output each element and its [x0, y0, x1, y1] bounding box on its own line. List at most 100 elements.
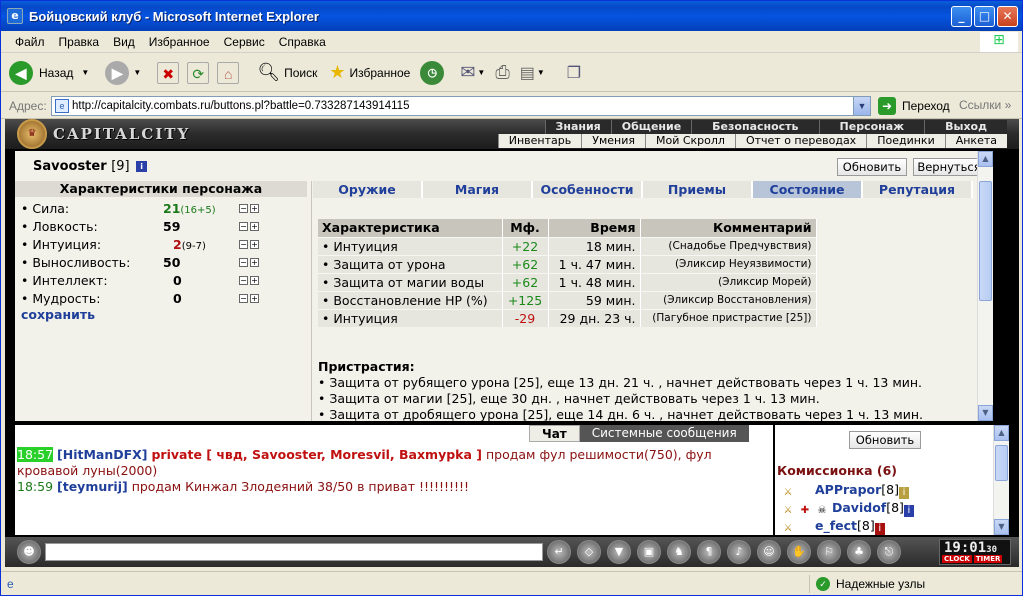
sound-icon[interactable]: ♪ [727, 540, 751, 564]
filter-icon[interactable]: ▼ [607, 540, 631, 564]
scroll-down-icon[interactable]: ▼ [978, 405, 993, 421]
search-button[interactable]: 🔍︎ Поиск [257, 62, 317, 83]
tab-chat[interactable]: Чат [529, 425, 580, 442]
address-input[interactable]: e http://capitalcity.combats.ru/buttons.… [51, 96, 871, 116]
chat-tools: ↵ ◇ ▼ ▣ ♞ ¶ ♪ ☺ ✋ ⚐ ♣ ⎋ [547, 540, 901, 564]
scroll-icon[interactable]: ⚐ [817, 540, 841, 564]
links-button[interactable]: Ссылки » [959, 98, 1011, 112]
save-log-icon[interactable]: ▣ [637, 540, 661, 564]
refresh-button[interactable]: ⟳ [187, 61, 210, 84]
minus-icon[interactable]: − [239, 275, 248, 285]
pirate-icon: ☠ [817, 505, 827, 516]
menu-file[interactable]: Файл [15, 35, 45, 49]
send-icon[interactable]: ↵ [547, 540, 571, 564]
go-button[interactable]: ➜ Переход [878, 97, 950, 115]
smile-icon[interactable]: ☺ [757, 540, 781, 564]
menu-favorites[interactable]: Избранное [149, 35, 210, 49]
exit-icon[interactable]: ⎋ [877, 540, 901, 564]
back-button[interactable]: ◀ Назад ▼ [9, 60, 89, 85]
hand-icon[interactable]: ✋ [787, 540, 811, 564]
scroll-up-icon[interactable]: ▲ [994, 425, 1009, 441]
back-arrow-icon: ◀ [9, 60, 33, 85]
plus-icon[interactable]: + [250, 293, 259, 303]
info-icon[interactable]: i [874, 523, 885, 535]
return-button[interactable]: Вернуться [913, 158, 985, 176]
nav-exit[interactable]: Выход [924, 120, 1007, 134]
close-button[interactable]: ✕ [997, 6, 1018, 27]
favorites-button[interactable]: ★ Избранное [329, 62, 410, 83]
info-icon[interactable]: i [899, 487, 910, 499]
info-icon[interactable]: i [903, 505, 914, 517]
plus-icon[interactable]: + [250, 275, 259, 285]
scroll-down-icon[interactable]: ▼ [994, 519, 1009, 535]
nav-skills[interactable]: Умения [581, 134, 645, 148]
tab-weapons[interactable]: Оружие [313, 181, 423, 198]
nav-battles[interactable]: Поединки [866, 134, 945, 148]
refresh-button[interactable]: Обновить [837, 158, 907, 176]
page-status-icon: e [7, 576, 14, 591]
stop-icon: ✖ [157, 61, 180, 84]
stop-button[interactable]: ✖ [157, 61, 180, 84]
info-icon[interactable]: i [136, 161, 148, 172]
bottom-bar: ☻ ↵ ◇ ▼ ▣ ♞ ¶ ♪ ☺ ✋ ⚐ ♣ ⎋ 19:0130 CLOCK T… [5, 537, 1019, 567]
discuss-button[interactable]: ❐ [567, 63, 581, 83]
fighter-icon[interactable]: ♞ [667, 540, 691, 564]
mail-button[interactable]: ✉ ▼ [460, 62, 485, 83]
nav-inventory[interactable]: Инвентарь [497, 134, 582, 148]
commission-scrollbar[interactable]: ▲ ▼ [993, 425, 1009, 535]
forward-button[interactable]: ▶ ▼ [105, 60, 141, 85]
chat-messages: 18:57 [HitManDFX] private [ чвд, Savoost… [17, 447, 763, 495]
chat-input[interactable] [45, 543, 543, 561]
list-item: ⚔ ✚ ☠ Davidof[8] i [781, 499, 917, 517]
menu-view[interactable]: Вид [113, 35, 135, 49]
minus-icon[interactable]: − [239, 239, 248, 249]
translit-icon[interactable]: ¶ [697, 540, 721, 564]
panel-scrollbar[interactable]: ▲ ▼ [977, 151, 993, 421]
save-link[interactable]: сохранить [21, 307, 95, 322]
nav-profile[interactable]: Анкета [944, 134, 1007, 148]
page-icon: e [55, 99, 69, 113]
nav-communication[interactable]: Общение [610, 120, 692, 134]
print-button[interactable]: ⎙ [495, 62, 509, 83]
tab-techniques[interactable]: Приемы [643, 181, 753, 198]
eraser-icon[interactable]: ◇ [577, 540, 601, 564]
tab-system-messages[interactable]: Системные сообщения [579, 425, 749, 442]
plus-icon[interactable]: + [250, 257, 259, 267]
nav-security[interactable]: Безопасность [691, 120, 819, 134]
minus-icon[interactable]: − [239, 293, 248, 303]
crest-icon: ♛ [17, 119, 47, 149]
nav-transfers[interactable]: Отчет о переводах [734, 134, 867, 148]
commission-refresh-button[interactable]: Обновить [849, 431, 921, 449]
home-button[interactable]: ⌂ [217, 61, 240, 84]
history-icon: ◷ [420, 60, 445, 85]
maximize-button[interactable]: □ [974, 6, 995, 27]
plus-icon[interactable]: + [250, 221, 259, 231]
menu-edit[interactable]: Правка [59, 35, 100, 49]
chat-mode-icon[interactable]: ☻ [17, 540, 41, 564]
history-button[interactable]: ◷ [420, 60, 445, 85]
group-icon[interactable]: ♣ [847, 540, 871, 564]
plus-icon[interactable]: + [250, 203, 259, 213]
scroll-up-icon[interactable]: ▲ [978, 151, 993, 167]
address-dropdown-icon[interactable]: ▼ [853, 97, 870, 115]
address-bar: Адрес: e http://capitalcity.combats.ru/b… [1, 93, 1022, 119]
tab-state[interactable]: Состояние [753, 181, 863, 198]
nav-character[interactable]: Персонаж [818, 120, 925, 134]
list-item: ⚔ APPrapor[8] i [781, 481, 917, 499]
tab-features[interactable]: Особенности [533, 181, 643, 198]
plus-icon[interactable]: + [250, 239, 259, 249]
player-name: Savooster [9] i [33, 159, 148, 174]
tab-magic[interactable]: Магия [423, 181, 533, 198]
minimize-button[interactable]: _ [951, 6, 972, 27]
minus-icon[interactable]: − [239, 221, 248, 231]
menu-help[interactable]: Справка [279, 35, 326, 49]
edit-button[interactable]: ▤ ▼ [520, 63, 545, 83]
player-list: ⚔ APPrapor[8] i ⚔ ✚ ☠ Davidof[8] i ⚔ e_fect[8] i [781, 481, 917, 535]
menu-tools[interactable]: Сервис [224, 35, 265, 49]
minus-icon[interactable]: − [239, 203, 248, 213]
minus-icon[interactable]: − [239, 257, 248, 267]
nav-knowledge[interactable]: Знания [544, 120, 611, 134]
nav-myscroll[interactable]: Мой Скролл [644, 134, 735, 148]
tab-reputation[interactable]: Репутация [863, 181, 973, 198]
stat-row: • Выносливость: 50 − + [21, 254, 259, 270]
